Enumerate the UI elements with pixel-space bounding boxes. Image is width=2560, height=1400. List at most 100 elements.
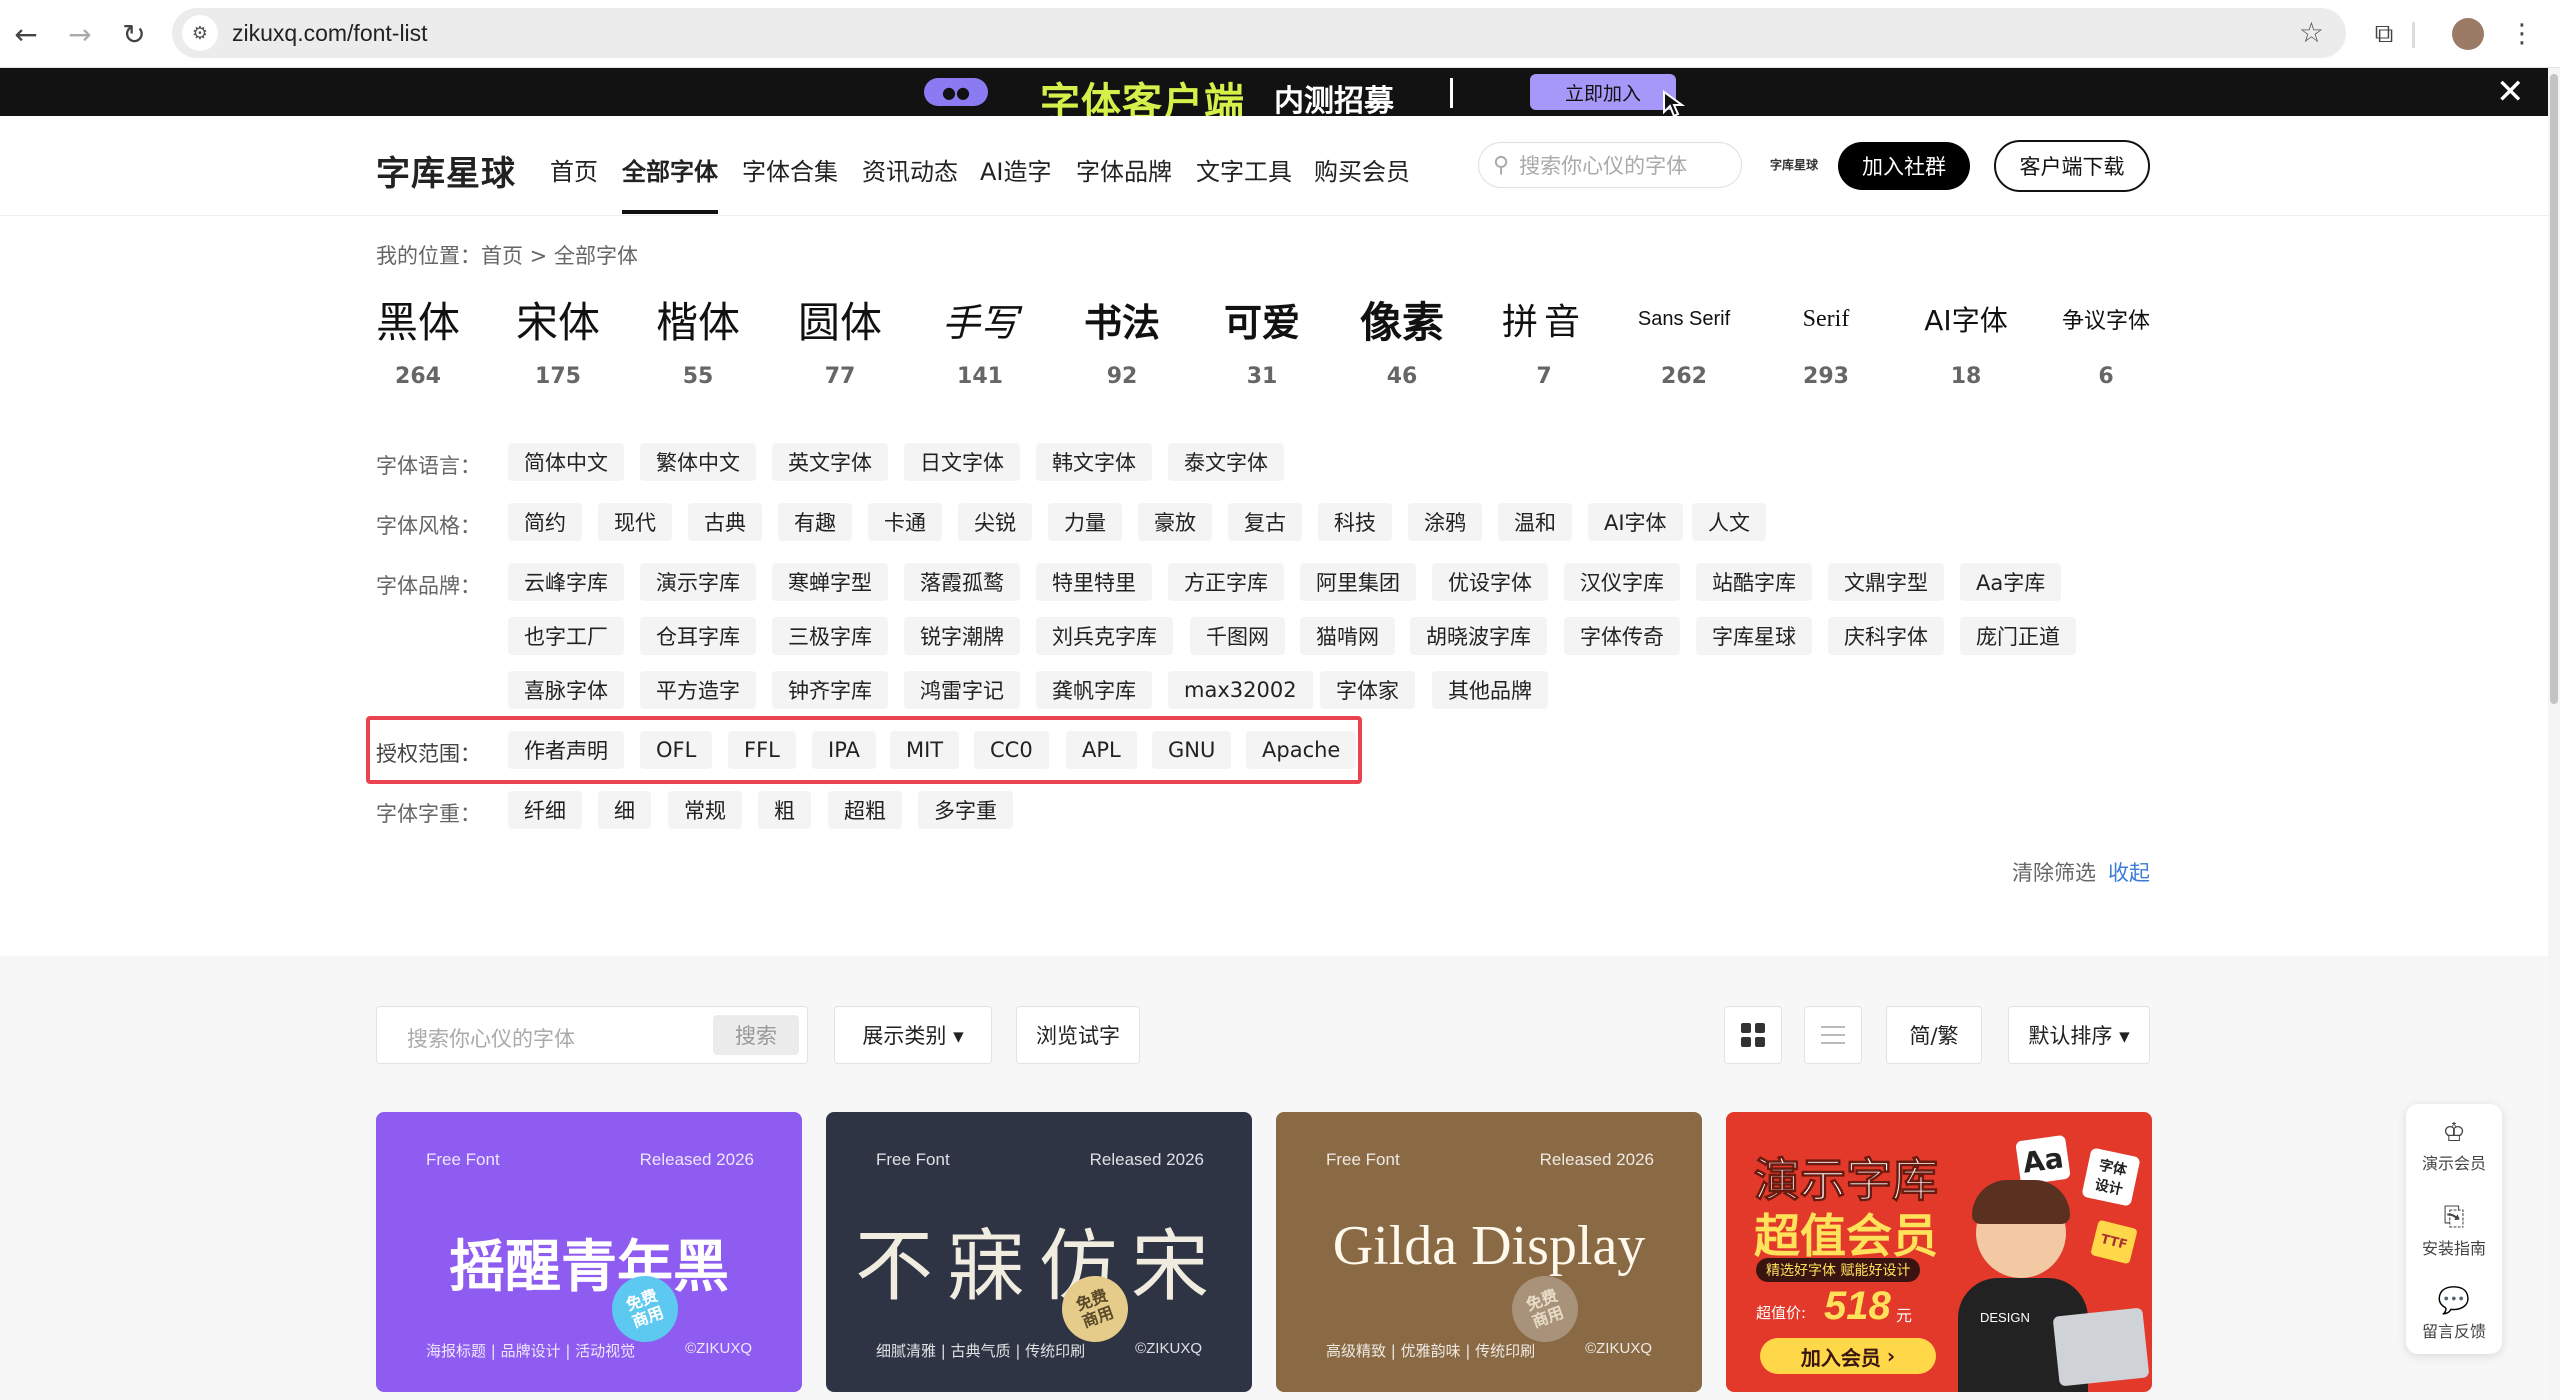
profile-avatar[interactable] xyxy=(2452,18,2484,50)
filter-tag[interactable]: Aa字库 xyxy=(1960,563,2062,601)
category-kaiti[interactable]: 楷体 55 xyxy=(638,290,758,390)
font-card[interactable]: Free Font Released 2026 不寐仿宋 免费 商用 细腻清雅 … xyxy=(826,1112,1252,1392)
promo-close-icon[interactable]: ✕ xyxy=(2496,72,2525,112)
filter-tag[interactable]: 云峰字库 xyxy=(508,563,624,601)
filter-tag[interactable]: 豪放 xyxy=(1138,503,1212,541)
category-sans-serif[interactable]: Sans Serif 262 xyxy=(1624,290,1744,390)
category-cute[interactable]: 可爱 31 xyxy=(1202,290,1322,390)
filter-tag[interactable]: 仓耳字库 xyxy=(640,617,756,655)
reload-icon[interactable]: ↻ xyxy=(114,14,154,54)
filter-tag[interactable]: 钟齐字库 xyxy=(772,671,888,709)
filter-tag[interactable]: 力量 xyxy=(1048,503,1122,541)
filter-tag[interactable]: 站酷字库 xyxy=(1696,563,1812,601)
nav-membership[interactable]: 购买会员 xyxy=(1314,152,1410,187)
filter-tag[interactable]: 卡通 xyxy=(868,503,942,541)
simp-trad-toggle[interactable]: 简/繁 xyxy=(1886,1006,1982,1064)
filter-tag[interactable]: 泰文字体 xyxy=(1168,443,1284,481)
filter-tag[interactable]: 演示字库 xyxy=(640,563,756,601)
filter-tag[interactable]: 多字重 xyxy=(918,791,1013,829)
filter-tag[interactable]: 人文 xyxy=(1692,503,1766,541)
filter-tag[interactable]: 三极字库 xyxy=(772,617,888,655)
filter-tag[interactable]: 古典 xyxy=(688,503,762,541)
filter-tag[interactable]: 落霞孤鹜 xyxy=(904,563,1020,601)
filter-tag[interactable]: 英文字体 xyxy=(772,443,888,481)
back-icon[interactable]: ← xyxy=(6,14,46,54)
filter-tag[interactable]: 鸿雷字记 xyxy=(904,671,1020,709)
results-search-input[interactable]: 搜索你心仪的字体 搜索 xyxy=(376,1006,808,1064)
address-bar[interactable]: ⚙ zikuxq.com/font-list ☆ xyxy=(172,8,2346,58)
side-feedback[interactable]: 💬 留言反馈 xyxy=(2406,1286,2502,1342)
filter-tag[interactable]: 庞门正道 xyxy=(1960,617,2076,655)
filter-tag[interactable]: max32002 xyxy=(1168,671,1313,709)
filter-tag[interactable]: 其他品牌 xyxy=(1432,671,1548,709)
category-serif[interactable]: Serif 293 xyxy=(1766,290,1886,390)
filter-tag[interactable]: 细 xyxy=(598,791,651,829)
filter-tag[interactable]: 复古 xyxy=(1228,503,1302,541)
filter-tag[interactable]: Apache xyxy=(1246,731,1357,769)
filter-tag[interactable]: 字库星球 xyxy=(1696,617,1812,655)
extensions-icon[interactable]: ⧉ xyxy=(2364,14,2404,54)
filter-tag[interactable]: 常规 xyxy=(668,791,742,829)
results-search-button[interactable]: 搜索 xyxy=(713,1015,799,1055)
filter-tag[interactable]: 猫啃网 xyxy=(1300,617,1395,655)
filter-tag[interactable]: 千图网 xyxy=(1190,617,1285,655)
filter-tag[interactable]: MIT xyxy=(890,731,960,769)
filter-tag[interactable]: 简约 xyxy=(508,503,582,541)
filter-tag[interactable]: FFL xyxy=(728,731,796,769)
category-controversial[interactable]: 争议字体 6 xyxy=(2046,290,2166,389)
filter-tag[interactable]: 繁体中文 xyxy=(640,443,756,481)
filter-tag[interactable]: 超粗 xyxy=(828,791,902,829)
filter-tag[interactable]: 字体家 xyxy=(1320,671,1415,709)
filter-tag[interactable]: 涂鸦 xyxy=(1408,503,1482,541)
sort-dropdown[interactable]: 默认排序 ▾ xyxy=(2008,1006,2150,1064)
category-yuanti[interactable]: 圆体 77 xyxy=(780,290,900,390)
breadcrumb-home[interactable]: 首页 xyxy=(481,244,523,268)
menu-kebab-icon[interactable]: ⋮ xyxy=(2502,14,2542,54)
nav-ai-font[interactable]: AI造字 xyxy=(980,152,1052,187)
nav-news[interactable]: 资讯动态 xyxy=(862,152,958,187)
filter-tag[interactable]: AI字体 xyxy=(1588,503,1683,541)
font-card[interactable]: Free Font Released 2026 摇醒青年黑 免费 商用 海报标题… xyxy=(376,1112,802,1392)
filter-tag[interactable]: OFL xyxy=(640,731,713,769)
category-ai[interactable]: AI字体 18 xyxy=(1906,290,2026,389)
side-install-guide[interactable]: ⎘ 安装指南 xyxy=(2406,1202,2502,1259)
client-download-button[interactable]: 客户端下载 xyxy=(1994,140,2150,192)
filter-tag[interactable]: GNU xyxy=(1152,731,1232,769)
category-songti[interactable]: 宋体 175 xyxy=(498,290,618,390)
filter-tag[interactable]: 现代 xyxy=(598,503,672,541)
list-view-icon[interactable] xyxy=(1804,1006,1862,1064)
filter-tag[interactable]: 有趣 xyxy=(778,503,852,541)
filter-tag[interactable]: 也字工厂 xyxy=(508,617,624,655)
font-card[interactable]: Free Font Released 2026 Gilda Display 免费… xyxy=(1276,1112,1702,1392)
nav-tools[interactable]: 文字工具 xyxy=(1196,152,1292,187)
site-settings-icon[interactable]: ⚙ xyxy=(182,15,218,51)
site-logo[interactable]: 字库星球 xyxy=(376,146,516,195)
filter-tag[interactable]: 优设字体 xyxy=(1432,563,1548,601)
filter-tag[interactable]: 龚帆字库 xyxy=(1036,671,1152,709)
filter-tag[interactable]: 庆科字体 xyxy=(1828,617,1944,655)
filter-tag[interactable]: 胡晓波字库 xyxy=(1410,617,1547,655)
filter-tag[interactable]: 锐字潮牌 xyxy=(904,617,1020,655)
bookmark-star-icon[interactable]: ☆ xyxy=(2299,16,2324,49)
display-type-dropdown[interactable]: 展示类别 ▾ xyxy=(834,1006,992,1064)
filter-tag[interactable]: 文鼎字型 xyxy=(1828,563,1944,601)
filter-tag[interactable]: 平方造字 xyxy=(640,671,756,709)
filter-tag[interactable]: 日文字体 xyxy=(904,443,1020,481)
ad-join-button[interactable]: 加入会员 › xyxy=(1760,1338,1936,1374)
filter-tag[interactable]: 科技 xyxy=(1318,503,1392,541)
filter-tag[interactable]: 作者声明 xyxy=(508,731,624,769)
category-pinyin[interactable]: 拼音 7 xyxy=(1484,290,1604,389)
category-heiti[interactable]: 黑体 264 xyxy=(358,290,478,390)
filter-tag[interactable]: 阿里集团 xyxy=(1300,563,1416,601)
filter-tag[interactable]: 喜脉字体 xyxy=(508,671,624,709)
membership-ad-card[interactable]: 演示字库 超值会员 精选好字体 赋能好设计 超值价: 518 元 加入会员 › A… xyxy=(1726,1112,2152,1392)
filter-tag[interactable]: 纤细 xyxy=(508,791,582,829)
header-search-input[interactable]: ⚲ 搜索你心仪的字体 xyxy=(1478,142,1742,188)
scrollbar-thumb[interactable] xyxy=(2550,74,2558,704)
filter-tag[interactable]: 汉仪字库 xyxy=(1564,563,1680,601)
side-member[interactable]: ♔ 演示会员 xyxy=(2406,1118,2502,1174)
category-pixel[interactable]: 像素 46 xyxy=(1342,290,1462,390)
filter-tag[interactable]: 韩文字体 xyxy=(1036,443,1152,481)
clear-filter-link[interactable]: 清除筛选 xyxy=(2012,857,2096,887)
filter-tag[interactable]: 温和 xyxy=(1498,503,1572,541)
